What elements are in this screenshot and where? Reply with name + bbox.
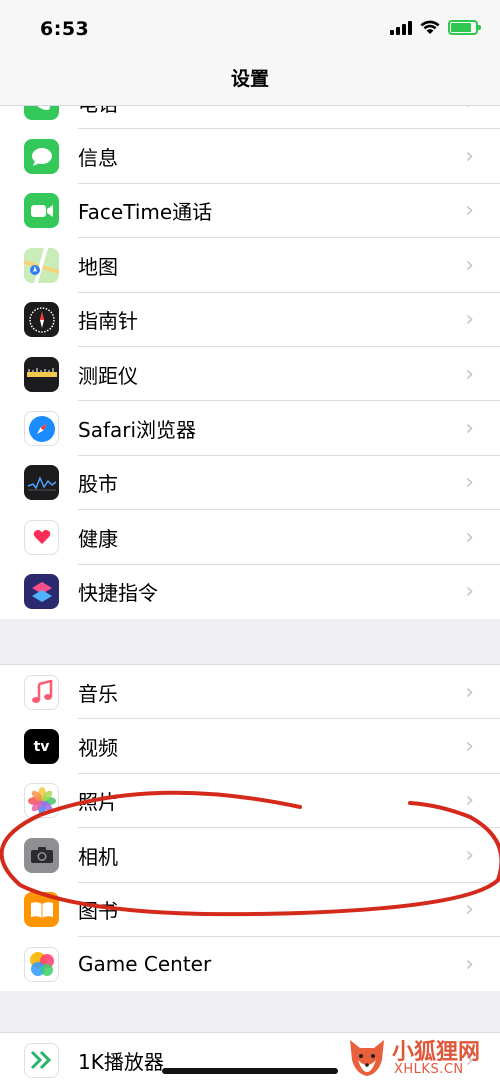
stocks-icon bbox=[24, 465, 59, 501]
settings-row-label: 相机 bbox=[78, 844, 118, 869]
settings-row-books[interactable]: 图书 › bbox=[0, 883, 500, 937]
settings-row-shortcuts[interactable]: 快捷指令 › bbox=[0, 565, 500, 619]
settings-row-health[interactable]: 健康 › bbox=[0, 510, 500, 565]
game-center-icon bbox=[24, 946, 59, 982]
settings-row-tv[interactable]: tv 视频 › bbox=[0, 719, 500, 774]
settings-row-label: 信息 bbox=[78, 146, 118, 171]
chevron-right-icon: › bbox=[465, 470, 474, 496]
settings-row-camera[interactable]: 相机 › bbox=[0, 828, 500, 883]
status-icons bbox=[390, 20, 481, 35]
settings-row-label: 地图 bbox=[78, 254, 118, 279]
home-indicator bbox=[162, 1068, 338, 1074]
status-time: 6:53 bbox=[40, 18, 90, 40]
chevron-right-icon: › bbox=[465, 734, 474, 760]
settings-row-label: FaceTime通话 bbox=[78, 200, 213, 225]
settings-row-label: 股市 bbox=[78, 472, 118, 497]
facetime-icon bbox=[24, 193, 59, 229]
settings-row-label: 照片 bbox=[78, 790, 118, 815]
cellular-signal-icon bbox=[390, 20, 412, 35]
watermark-subtitle: XHLKS.CN bbox=[394, 1062, 464, 1077]
chevron-right-icon: › bbox=[465, 416, 474, 442]
settings-row-messages[interactable]: 信息 › bbox=[0, 129, 500, 184]
wifi-icon bbox=[420, 20, 440, 34]
chevron-right-icon: › bbox=[465, 788, 474, 814]
chevron-right-icon: › bbox=[465, 951, 474, 977]
settings-row-facetime[interactable]: FaceTime通话 › bbox=[0, 184, 500, 239]
photos-icon bbox=[24, 783, 59, 819]
chevron-right-icon: › bbox=[465, 307, 474, 333]
messages-icon bbox=[24, 139, 59, 175]
settings-row-label: 音乐 bbox=[78, 681, 118, 706]
tv-icon: tv bbox=[24, 729, 59, 765]
settings-row-label: 测距仪 bbox=[78, 363, 138, 388]
music-icon bbox=[24, 674, 59, 710]
chevron-right-icon: › bbox=[465, 144, 474, 170]
settings-row-maps[interactable]: 地图 › bbox=[0, 238, 500, 293]
settings-row-measure[interactable]: 测距仪 › bbox=[0, 347, 500, 402]
chevron-right-icon: › bbox=[465, 579, 474, 605]
chevron-right-icon: › bbox=[465, 252, 474, 278]
battery-charging-icon bbox=[448, 20, 481, 35]
settings-row-label: 视频 bbox=[78, 736, 118, 761]
chevron-right-icon: › bbox=[465, 198, 474, 224]
settings-row-music[interactable]: 音乐 › bbox=[0, 665, 500, 720]
settings-row-label: 快捷指令 bbox=[78, 581, 158, 606]
watermark: 小狐狸网 XHLKS.CN bbox=[344, 1032, 494, 1083]
settings-row-label: 图书 bbox=[78, 899, 118, 924]
books-icon bbox=[24, 892, 59, 928]
settings-row-safari[interactable]: Safari浏览器 › bbox=[0, 401, 500, 456]
settings-row-compass[interactable]: 指南针 › bbox=[0, 293, 500, 347]
chevron-right-icon: › bbox=[465, 679, 474, 705]
settings-row-label: 1K播放器 bbox=[78, 1049, 164, 1074]
page-title: 设置 bbox=[230, 68, 269, 90]
settings-row-label: 健康 bbox=[78, 526, 118, 551]
chevron-right-icon: › bbox=[465, 897, 474, 923]
camera-icon bbox=[24, 837, 59, 873]
settings-row-label: Game Center bbox=[78, 952, 212, 977]
chevron-right-icon: › bbox=[465, 842, 474, 868]
settings-group-apps: 电话 › 信息 › FaceTime通话 › 地图 › 指南针 › bbox=[0, 75, 500, 619]
measure-icon bbox=[24, 356, 59, 392]
settings-group-media: 音乐 › tv 视频 › 照片 › 相机 › 图书 › Game Center … bbox=[0, 664, 500, 992]
maps-icon bbox=[24, 247, 59, 283]
settings-row-label: 指南针 bbox=[78, 309, 138, 334]
navigation-bar: 设置 bbox=[0, 58, 500, 106]
1k-player-icon bbox=[24, 1042, 59, 1078]
chevron-right-icon: › bbox=[465, 361, 474, 387]
settings-row-game-center[interactable]: Game Center › bbox=[0, 937, 500, 991]
compass-icon bbox=[24, 302, 59, 338]
tv-icon-text: tv bbox=[33, 738, 50, 755]
shortcuts-icon bbox=[24, 574, 59, 610]
safari-icon bbox=[24, 411, 59, 447]
fox-logo-icon bbox=[350, 1040, 384, 1076]
status-bar: 6:53 bbox=[0, 0, 500, 58]
settings-row-stocks[interactable]: 股市 › bbox=[0, 456, 500, 511]
settings-row-photos[interactable]: 照片 › bbox=[0, 774, 500, 829]
health-icon bbox=[24, 519, 59, 555]
chevron-right-icon: › bbox=[465, 524, 474, 550]
settings-row-label: Safari浏览器 bbox=[78, 418, 197, 443]
